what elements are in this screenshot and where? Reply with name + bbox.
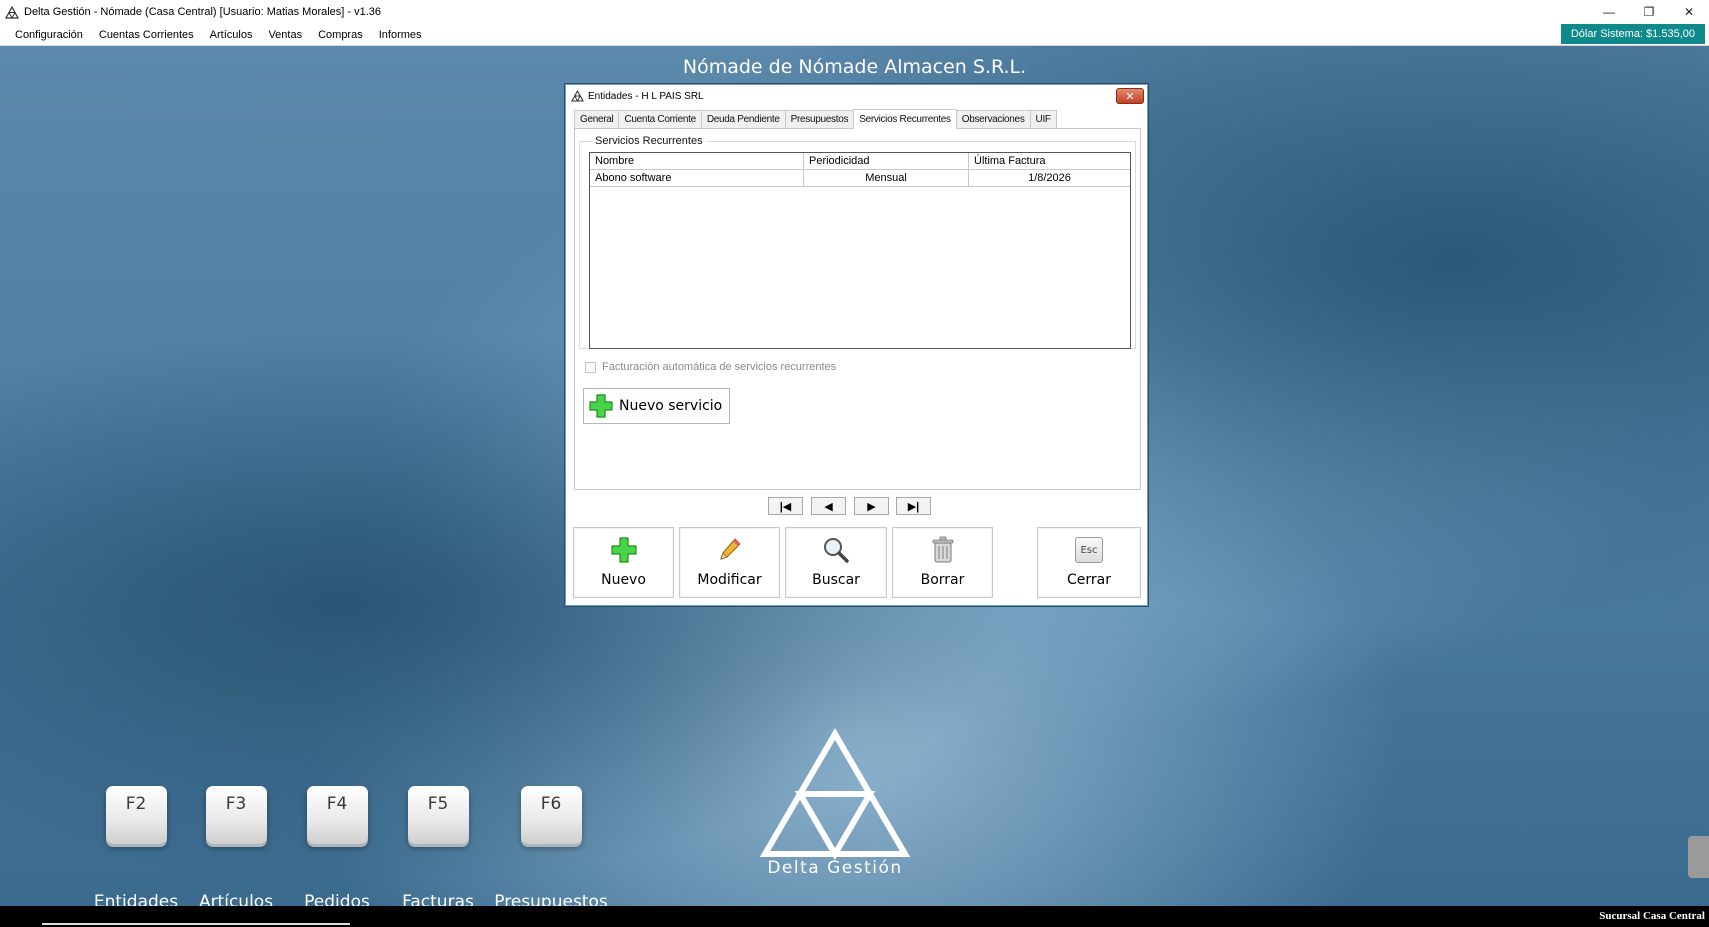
cell-ultima-factura: 1/8/2026 bbox=[1028, 172, 1071, 184]
modificar-label: Modificar bbox=[697, 572, 762, 588]
fkey-pedidos[interactable]: F4 Pedidos bbox=[304, 786, 370, 912]
auto-billing-label: Facturación automática de servicios recu… bbox=[602, 361, 837, 373]
tab-uif[interactable]: UIF bbox=[1029, 110, 1057, 128]
plus-icon bbox=[610, 537, 637, 563]
col-nombre[interactable]: Nombre bbox=[590, 153, 804, 169]
keycap: F2 bbox=[105, 786, 167, 844]
delta-logo-icon bbox=[5, 5, 19, 19]
title-bar: Delta Gestión - Nómade (Casa Central) [U… bbox=[0, 0, 1709, 24]
fkey-presupuestos[interactable]: F6 Presupuestos bbox=[494, 786, 608, 912]
menu-configuracion[interactable]: Configuración bbox=[7, 29, 91, 41]
cell-nombre: Abono software bbox=[590, 170, 804, 186]
status-bar: Sucursal Casa Central bbox=[0, 906, 1709, 927]
fkey-facturas[interactable]: F5 Facturas bbox=[402, 786, 474, 912]
servicios-grid[interactable]: Nombre Periodicidad Última Factura Abono… bbox=[589, 152, 1131, 349]
group-title: Servicios Recurrentes bbox=[592, 135, 706, 147]
nuevo-servicio-label: Nuevo servicio bbox=[619, 398, 723, 414]
keycap: F6 bbox=[520, 786, 582, 844]
tab-general[interactable]: General bbox=[574, 110, 620, 128]
menu-cuentas-corrientes[interactable]: Cuentas Corrientes bbox=[91, 29, 202, 41]
tab-bar: General Cuenta Corriente Deuda Pendiente… bbox=[574, 109, 1057, 129]
status-branch: Sucursal Casa Central bbox=[1599, 910, 1705, 922]
esc-key-icon: Esc bbox=[1075, 537, 1103, 563]
close-window-button[interactable]: ✕ bbox=[1669, 0, 1709, 24]
servicios-panel: Servicios Recurrentes Nombre Periodicida… bbox=[574, 128, 1141, 490]
col-periodicidad[interactable]: Periodicidad bbox=[804, 153, 969, 169]
cerrar-button[interactable]: Esc Cerrar bbox=[1037, 527, 1141, 598]
trash-icon bbox=[932, 536, 953, 563]
tab-observaciones[interactable]: Observaciones bbox=[955, 110, 1031, 128]
nuevo-button[interactable]: Nuevo bbox=[573, 527, 674, 598]
menu-bar: Configuración Cuentas Corrientes Artícul… bbox=[0, 24, 1709, 46]
tab-cuenta-corriente[interactable]: Cuenta Corriente bbox=[618, 110, 702, 128]
nav-prev-button[interactable]: ◀ bbox=[811, 497, 846, 515]
cerrar-label: Cerrar bbox=[1067, 572, 1111, 588]
borrar-button[interactable]: Borrar bbox=[892, 527, 993, 598]
nav-first-button[interactable]: |◀ bbox=[768, 497, 803, 515]
auto-billing-row: Facturación automática de servicios recu… bbox=[585, 361, 836, 373]
table-row[interactable]: Abono software Mensual 1/8/2026 bbox=[590, 170, 1130, 187]
grid-header: Nombre Periodicidad Última Factura bbox=[590, 153, 1130, 170]
desktop: Nómade de Nómade Almacen S.R.L. Entidade… bbox=[0, 46, 1709, 912]
restore-button[interactable]: ❐ bbox=[1629, 0, 1669, 24]
window-title: Delta Gestión - Nómade (Casa Central) [U… bbox=[24, 6, 382, 18]
status-divider bbox=[42, 923, 350, 925]
menu-articulos[interactable]: Artículos bbox=[202, 29, 261, 41]
logo-text: Delta Gestión bbox=[767, 858, 903, 878]
pencil-icon bbox=[719, 538, 741, 560]
auto-billing-checkbox[interactable] bbox=[585, 361, 596, 373]
side-panel-handle[interactable] bbox=[1688, 836, 1709, 878]
dialog-title: Entidades - H L PAIS SRL bbox=[588, 90, 704, 102]
nuevo-servicio-button[interactable]: Nuevo servicio bbox=[583, 388, 730, 424]
tab-deuda-pendiente[interactable]: Deuda Pendiente bbox=[700, 110, 786, 128]
buscar-button[interactable]: Buscar bbox=[785, 527, 887, 598]
nuevo-label: Nuevo bbox=[601, 572, 646, 588]
tab-presupuestos[interactable]: Presupuestos bbox=[784, 110, 855, 128]
entidades-dialog: Entidades - H L PAIS SRL ✕ General Cuent… bbox=[565, 84, 1148, 606]
fkey-articulos[interactable]: F3 Artículos bbox=[199, 786, 273, 912]
modificar-button[interactable]: Modificar bbox=[679, 527, 780, 598]
company-name: Nómade de Nómade Almacen S.R.L. bbox=[682, 56, 1027, 78]
dialog-close-button[interactable]: ✕ bbox=[1116, 88, 1144, 104]
delta-logo-icon bbox=[571, 90, 584, 102]
borrar-label: Borrar bbox=[920, 572, 965, 588]
buscar-label: Buscar bbox=[812, 572, 860, 588]
window-controls: — ❐ ✕ bbox=[1589, 0, 1709, 24]
nav-next-button[interactable]: ▶ bbox=[854, 497, 889, 515]
dolar-badge[interactable]: Dólar Sistema: $1.535,00 bbox=[1560, 24, 1705, 44]
menu-ventas[interactable]: Ventas bbox=[260, 29, 310, 41]
search-icon bbox=[824, 538, 849, 563]
col-ultima-factura[interactable]: Última Factura bbox=[969, 153, 1130, 169]
dialog-title-bar: Entidades - H L PAIS SRL bbox=[566, 85, 1147, 107]
fkey-entidades[interactable]: F2 Entidades bbox=[94, 786, 178, 912]
menu-compras[interactable]: Compras bbox=[310, 29, 371, 41]
plus-icon bbox=[589, 394, 613, 418]
keycap: F5 bbox=[407, 786, 469, 844]
nav-last-button[interactable]: ▶| bbox=[896, 497, 931, 515]
esc-label: Esc bbox=[1080, 544, 1098, 556]
minimize-button[interactable]: — bbox=[1589, 0, 1629, 24]
keycap: F4 bbox=[306, 786, 368, 844]
tab-servicios-recurrentes[interactable]: Servicios Recurrentes bbox=[853, 109, 957, 129]
menu-informes[interactable]: Informes bbox=[371, 29, 430, 41]
keycap: F3 bbox=[205, 786, 267, 844]
cell-periodicidad: Mensual bbox=[804, 170, 969, 186]
